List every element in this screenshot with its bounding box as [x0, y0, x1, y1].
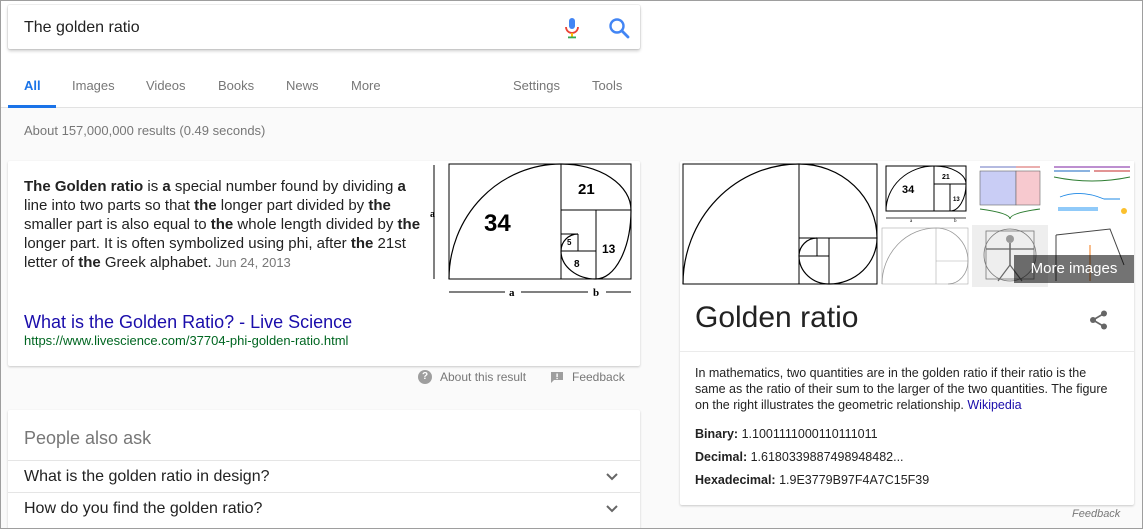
microphone-icon[interactable]: [562, 17, 582, 39]
kp-fact-decimal: Decimal: 1.6180339887498948482...: [695, 450, 904, 464]
people-also-ask: People also ask What is the golden ratio…: [8, 410, 640, 529]
tab-tools[interactable]: Tools: [592, 78, 622, 93]
kp-image-thumb[interactable]: [1050, 161, 1134, 223]
kp-feedback-link[interactable]: Feedback: [1072, 508, 1120, 520]
chevron-down-icon: [606, 505, 618, 513]
thumb-label-21: 21: [942, 174, 950, 181]
golden-spiral-image[interactable]: a 34 21 13 8 5 a b: [428, 161, 638, 301]
about-this-result-label: About this result: [440, 370, 527, 384]
about-this-result[interactable]: ? About this result: [418, 370, 526, 384]
kp-fact-binary: Binary: 1.1001111000110111011: [695, 427, 878, 441]
paa-title: People also ask: [24, 428, 152, 448]
kp-fact-label: Hexadecimal:: [695, 473, 776, 487]
thumb-label-a: a: [910, 219, 913, 223]
tab-news[interactable]: News: [286, 78, 319, 93]
tab-videos[interactable]: Videos: [146, 78, 186, 93]
label-5: 5: [567, 238, 572, 247]
header: The golden ratio All Images Videos Books…: [0, 0, 1143, 108]
label-8: 8: [574, 259, 580, 270]
kp-divider: [680, 351, 1134, 352]
kp-fact-label: Decimal:: [695, 450, 748, 464]
thumb-label-b: b: [954, 219, 957, 223]
paa-question[interactable]: How do you find the golden ratio?: [8, 492, 640, 524]
wikipedia-link[interactable]: Wikipedia: [967, 398, 1021, 412]
kp-image-thumb[interactable]: [972, 161, 1048, 223]
kp-fact-value: 1.1001111000110111011: [741, 427, 878, 441]
kp-image-thumb[interactable]: [880, 225, 970, 287]
kp-fact-hexadecimal: Hexadecimal: 1.9E3779B97F4A7C15F39: [695, 473, 929, 487]
thumb-label-34: 34: [902, 184, 915, 196]
label-a-bottom: a: [509, 287, 515, 299]
tab-more[interactable]: More: [351, 78, 381, 93]
kp-main-image[interactable]: [682, 163, 878, 285]
kp-description-text: In mathematics, two quantities are in th…: [695, 366, 1108, 412]
kp-fact-value: 1.6180339887498948482...: [750, 450, 904, 464]
tab-images[interactable]: Images: [72, 78, 115, 93]
label-21: 21: [578, 181, 595, 198]
results-count: About 157,000,000 results (0.49 seconds): [24, 123, 266, 138]
help-icon: ?: [418, 370, 432, 384]
feedback-icon: [551, 372, 563, 383]
featured-snippet: The Golden ratio is a special number fou…: [8, 161, 640, 366]
search-icon[interactable]: [608, 17, 630, 39]
label-13: 13: [602, 242, 616, 256]
result-title-link[interactable]: What is the Golden Ratio? - Live Science: [24, 312, 352, 333]
thumb-label-13: 13: [953, 197, 960, 203]
paa-question-text: How do you find the golden ratio?: [24, 500, 263, 517]
tab-books[interactable]: Books: [218, 78, 254, 93]
label-b-bottom: b: [593, 287, 599, 299]
search-box[interactable]: The golden ratio: [8, 5, 640, 49]
feedback-label: Feedback: [572, 370, 625, 384]
chevron-down-icon: [606, 473, 618, 481]
kp-fact-label: Binary:: [695, 427, 739, 441]
tab-settings[interactable]: Settings: [513, 78, 560, 93]
result-url[interactable]: https://www.livescience.com/37704-phi-go…: [24, 333, 348, 348]
kp-title: Golden ratio: [695, 301, 859, 334]
snippet-text: The Golden ratio is a special number fou…: [24, 178, 421, 271]
paa-question[interactable]: What is the golden ratio in design?: [8, 460, 640, 492]
label-34: 34: [484, 210, 511, 237]
kp-image-thumb[interactable]: 34 21 13 a b: [880, 163, 970, 223]
tab-all[interactable]: All: [24, 78, 41, 93]
kp-description: In mathematics, two quantities are in th…: [695, 365, 1119, 413]
kp-image-grid[interactable]: 34 21 13 a b More images: [680, 161, 1134, 291]
paa-question-text: What is the golden ratio in design?: [24, 468, 270, 485]
more-images-button[interactable]: More images: [1014, 255, 1134, 283]
knowledge-panel: 34 21 13 a b More images Golden ratio In…: [680, 161, 1134, 505]
label-a-side: a: [430, 209, 435, 220]
feedback-link[interactable]: Feedback: [550, 370, 625, 384]
kp-fact-value: 1.9E3779B97F4A7C15F39: [779, 473, 930, 487]
share-icon[interactable]: [1088, 309, 1110, 331]
snippet-date: Jun 24, 2013: [215, 255, 291, 270]
search-input[interactable]: The golden ratio: [24, 19, 140, 37]
